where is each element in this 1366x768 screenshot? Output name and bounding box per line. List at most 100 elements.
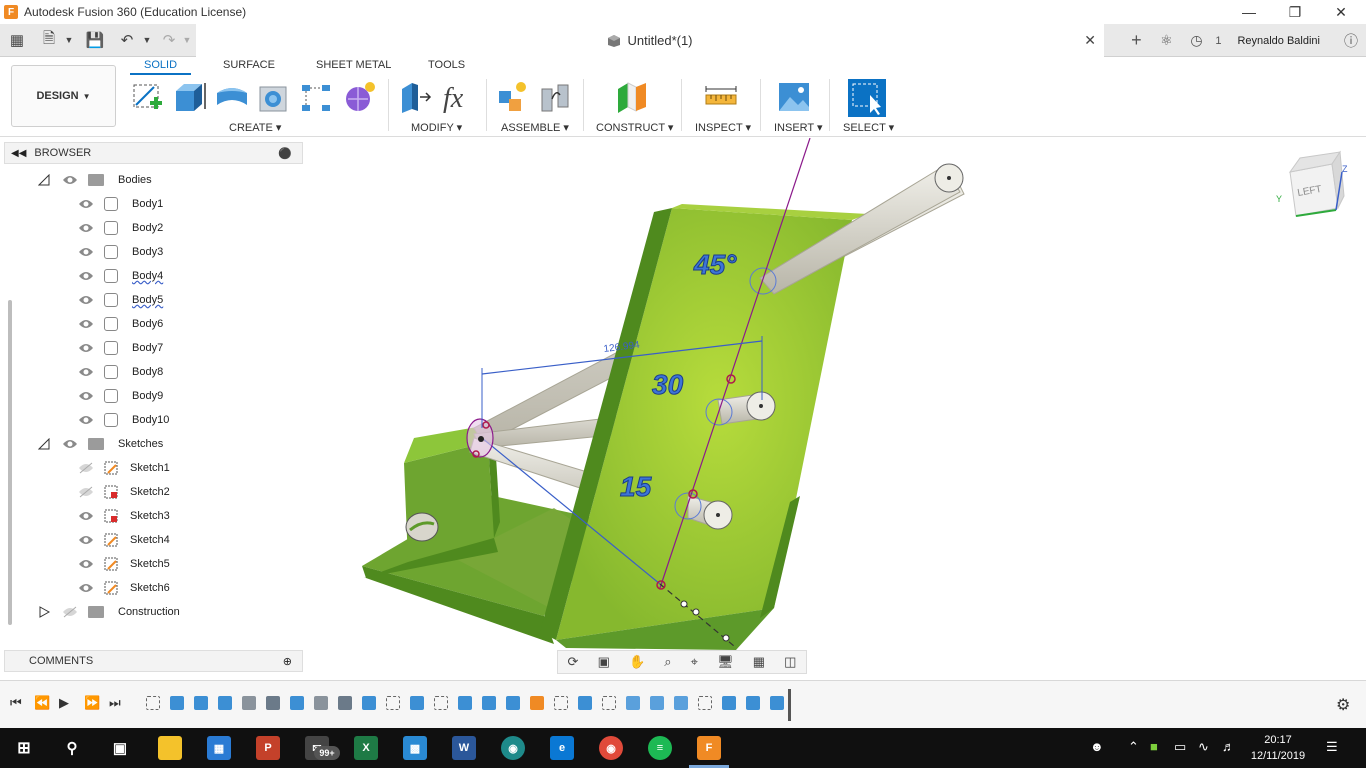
go-to-end-icon[interactable]: ⏭ xyxy=(109,695,121,711)
body-row-3[interactable]: Body3 xyxy=(78,241,163,263)
restore-button[interactable]: ❐ xyxy=(1272,0,1318,24)
sketch-row-5[interactable]: Sketch5 xyxy=(78,553,170,575)
search-icon[interactable]: ⚲ xyxy=(60,736,84,760)
help-icon[interactable]: ⓘ xyxy=(1336,31,1366,51)
timeline-sketch-feature[interactable] xyxy=(602,696,616,710)
body-row-2[interactable]: Body2 xyxy=(78,217,163,239)
insert-image-icon[interactable] xyxy=(776,79,812,115)
extrude-icon[interactable] xyxy=(172,79,208,115)
visibility-eye-icon[interactable] xyxy=(78,558,94,570)
create-form-icon[interactable] xyxy=(342,79,378,115)
redo-dropdown-icon[interactable]: ▼ xyxy=(176,30,198,50)
task-view-icon[interactable]: ▣ xyxy=(108,736,132,760)
timeline-extrude-feature[interactable] xyxy=(290,696,304,710)
create-group-menu[interactable]: CREATE ▾ xyxy=(229,121,281,134)
hidden-eye-icon[interactable] xyxy=(62,606,78,618)
select-group-menu[interactable]: SELECT ▾ xyxy=(843,121,894,134)
notification-count[interactable]: 1 xyxy=(1211,35,1225,47)
timeline-move-feature[interactable] xyxy=(338,696,352,710)
orbit-icon[interactable]: ⟳ xyxy=(568,654,579,670)
select-tool-icon[interactable] xyxy=(848,79,886,117)
timeline-combine-feature[interactable] xyxy=(650,696,664,710)
body-row-1[interactable]: Body1 xyxy=(78,193,163,215)
file-dropdown-icon[interactable]: ▼ xyxy=(58,30,80,50)
file-explorer-icon[interactable] xyxy=(158,736,182,760)
timeline-extrude-feature[interactable] xyxy=(410,696,424,710)
zoom-icon[interactable]: ⌕ xyxy=(664,654,671,670)
edge-icon[interactable]: e xyxy=(550,736,574,760)
body-row-7[interactable]: Body7 xyxy=(78,337,163,359)
collapse-panel-icon[interactable]: ◀◀ xyxy=(11,148,26,159)
timeline-extrude-feature[interactable] xyxy=(458,696,472,710)
chrome-icon[interactable]: ◉ xyxy=(599,736,623,760)
visibility-eye-icon[interactable] xyxy=(78,534,94,546)
close-window-button[interactable]: ✕ xyxy=(1318,0,1364,24)
fit-zoom-icon[interactable]: ⌖ xyxy=(691,654,698,670)
expand-triangle-icon[interactable] xyxy=(38,174,50,186)
volume-icon[interactable]: ♬ xyxy=(1222,739,1235,754)
body-row-4[interactable]: Body4 xyxy=(78,265,163,287)
job-status-clock-icon[interactable]: ◷ xyxy=(1181,32,1211,49)
powerpoint-icon[interactable]: P xyxy=(256,736,280,760)
undo-icon[interactable]: ↶ xyxy=(116,30,138,50)
tab-solid[interactable]: SOLID xyxy=(130,59,192,75)
hole-icon[interactable] xyxy=(256,79,292,115)
hidden-eye-icon[interactable] xyxy=(78,486,94,498)
excel-icon[interactable]: X xyxy=(354,736,378,760)
construction-folder[interactable]: Construction xyxy=(38,601,180,623)
spotify-icon[interactable]: ≡ xyxy=(648,736,672,760)
timeline-extrude-feature[interactable] xyxy=(578,696,592,710)
windows-start-icon[interactable]: ⊞ xyxy=(12,736,36,760)
visibility-eye-icon[interactable] xyxy=(78,342,94,354)
construct-group-menu[interactable]: CONSTRUCT ▾ xyxy=(596,121,673,134)
timeline-plane-feature[interactable] xyxy=(530,696,544,710)
minimize-button[interactable]: — xyxy=(1226,0,1272,24)
sketch-row-6[interactable]: Sketch6 xyxy=(78,577,170,599)
body-row-6[interactable]: Body6 xyxy=(78,313,163,335)
visibility-eye-icon[interactable] xyxy=(78,510,94,522)
word-icon[interactable]: W xyxy=(452,736,476,760)
press-pull-icon[interactable] xyxy=(398,79,434,115)
body-row-5[interactable]: Body5 xyxy=(78,289,163,311)
system-clock[interactable]: 20:17 12/11/2019 xyxy=(1248,732,1308,764)
offset-plane-icon[interactable] xyxy=(614,79,650,115)
app-icon[interactable]: ◉ xyxy=(501,736,525,760)
visibility-eye-icon[interactable] xyxy=(62,438,78,450)
timeline-move-feature[interactable] xyxy=(266,696,280,710)
sketch-row-1[interactable]: Sketch1 xyxy=(78,457,170,479)
timeline-extrude-feature[interactable] xyxy=(722,696,736,710)
hidden-eye-icon[interactable] xyxy=(78,462,94,474)
nvidia-tray-icon[interactable]: ■ xyxy=(1150,739,1158,754)
inspect-group-menu[interactable]: INSPECT ▾ xyxy=(695,121,751,134)
data-panel-grid-icon[interactable]: ▦ xyxy=(6,30,28,50)
3d-viewport[interactable]: 45° 30 15 126.994 LEFT Z Y xyxy=(304,137,1366,678)
sketch-row-4[interactable]: Sketch4 xyxy=(78,529,170,551)
fusion-360-taskbar-icon[interactable]: F xyxy=(697,736,721,760)
expand-triangle-icon[interactable] xyxy=(38,438,50,450)
workspace-switcher-button[interactable]: DESIGN ▼ xyxy=(11,65,116,127)
assemble-group-menu[interactable]: ASSEMBLE ▾ xyxy=(501,121,569,134)
rectangular-pattern-icon[interactable] xyxy=(298,79,334,115)
visibility-eye-icon[interactable] xyxy=(78,390,94,402)
visibility-eye-icon[interactable] xyxy=(78,318,94,330)
timeline-extrude-feature[interactable] xyxy=(170,696,184,710)
sketch-row-2[interactable]: Sketch2 xyxy=(78,481,170,503)
visibility-eye-icon[interactable] xyxy=(78,246,94,258)
tab-tools[interactable]: TOOLS xyxy=(428,59,465,71)
timeline-sketch-feature[interactable] xyxy=(698,696,712,710)
visibility-eye-icon[interactable] xyxy=(78,366,94,378)
fx-parameters-icon[interactable]: fx xyxy=(441,79,477,115)
tray-expand-icon[interactable]: ⌃ xyxy=(1128,739,1139,755)
file-menu-icon[interactable]: 🗎 xyxy=(38,30,60,50)
joint-icon[interactable] xyxy=(538,79,574,115)
visibility-eye-icon[interactable] xyxy=(62,174,78,186)
people-icon[interactable]: ☻ xyxy=(1090,739,1104,754)
play-icon[interactable]: ▶ xyxy=(59,695,69,711)
new-component-icon[interactable] xyxy=(495,79,531,115)
user-account-name[interactable]: Reynaldo Baldini xyxy=(1237,35,1320,47)
sketch-row-3[interactable]: Sketch3 xyxy=(78,505,170,527)
visibility-eye-icon[interactable] xyxy=(78,270,94,282)
document-tab[interactable]: Untitled*(1) ✕ xyxy=(196,24,1104,57)
visibility-eye-icon[interactable] xyxy=(78,414,94,426)
timeline-move-feature[interactable] xyxy=(314,696,328,710)
